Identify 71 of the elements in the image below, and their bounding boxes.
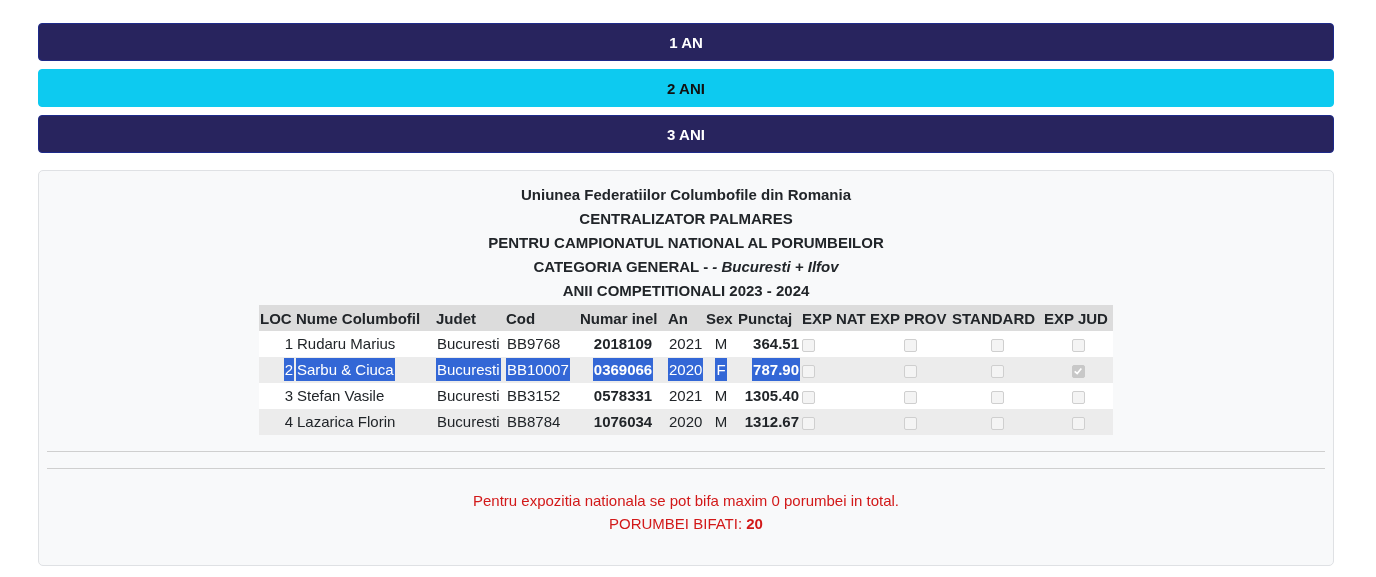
table-cell: F [715, 358, 727, 381]
column-header: Judet [436, 309, 476, 327]
table-cell-text: M [713, 412, 729, 432]
table-cell-text: 2021 [668, 334, 704, 354]
notice-text: Pentru expozitia nationala se pot bifa maxim 0 porumbei in total. [471, 491, 901, 511]
table-cell-text: BB8784 [506, 412, 562, 432]
table-cell-text: 2021 [668, 386, 704, 406]
column-header: Nume Columbofil [296, 309, 421, 327]
checkbox[interactable] [903, 364, 917, 378]
table-cell: 787.90 [752, 358, 800, 381]
year-tab[interactable]: 2 ANI [38, 69, 1334, 107]
table-cell: 2 [283, 358, 294, 381]
column-header: EXP PROV [870, 309, 947, 327]
table-cell-text: Bucuresti [436, 412, 501, 432]
checkbox[interactable] [1071, 390, 1085, 404]
column-header: An [668, 309, 688, 327]
report-title-line: CENTRALIZATOR PALMARES [578, 209, 794, 229]
table-cell: 0369066 [592, 358, 654, 381]
checkbox[interactable] [802, 338, 815, 352]
table-cell: BB10007 [506, 358, 570, 381]
checkbox[interactable] [1071, 416, 1085, 430]
column-header: EXP NAT [802, 309, 866, 327]
table-cell: 2020 [668, 358, 704, 381]
count-value: 20 [746, 515, 763, 532]
report-title-line: PENTRU CAMPIONATUL NATIONAL AL PORUMBEILOR [487, 233, 885, 253]
year-tab[interactable]: 3 ANI [38, 115, 1334, 153]
report-title-line: ANII COMPETITIONALI 2023 - 2024 [561, 281, 811, 301]
table-cell-text: 1312.67 [743, 412, 800, 432]
checkbox[interactable] [903, 416, 917, 430]
table-cell-text: 364.51 [752, 334, 800, 354]
column-header: Numar inel [580, 309, 658, 327]
year-tab[interactable]: 1 AN [38, 23, 1334, 61]
table-cell-text: Bucuresti [436, 386, 501, 406]
checkbox[interactable] [990, 364, 1004, 378]
checkbox[interactable] [903, 390, 917, 404]
table-cell-text: 4 [283, 412, 294, 432]
table-cell-text: Bucuresti [436, 334, 501, 354]
table-cell-text: Stefan Vasile [296, 386, 386, 406]
count-label: PORUMBEI BIFATI: [609, 515, 743, 532]
table-cell-text: BB9768 [506, 334, 562, 354]
checkbox[interactable] [1071, 364, 1085, 378]
checkbox[interactable] [990, 338, 1004, 352]
column-header: Sex [706, 309, 733, 327]
report-title-line: CATEGORIA GENERAL - - Bucuresti + Ilfov [532, 257, 840, 277]
table-cell-text: 2018109 [592, 334, 654, 354]
table-cell-text: BB3152 [506, 386, 562, 406]
checkbox[interactable] [802, 390, 815, 404]
table-cell-text: 0578331 [592, 386, 654, 406]
table-cell-text: Rudaru Marius [296, 334, 397, 354]
column-header: Punctaj [738, 309, 793, 327]
table-cell-text: 1076034 [592, 412, 654, 432]
table-cell-text: 2020 [668, 412, 704, 432]
table-cell: Bucuresti [436, 358, 501, 381]
checkbox[interactable] [802, 416, 815, 430]
column-header: EXP JUD [1044, 309, 1108, 327]
table-cell-text: 1 [283, 334, 294, 354]
checkbox[interactable] [990, 390, 1004, 404]
column-header: STANDARD [952, 309, 1036, 327]
table-cell-text: 1305.40 [743, 386, 800, 406]
column-header: LOC [260, 309, 292, 327]
table-cell-text: M [713, 334, 729, 354]
table-cell-text: 3 [283, 386, 294, 406]
checkbox[interactable] [1071, 338, 1085, 352]
checkbox[interactable] [802, 364, 815, 378]
table-cell-text: M [713, 386, 729, 406]
checkbox[interactable] [903, 338, 917, 352]
checkbox[interactable] [990, 416, 1004, 430]
report-title-line: Uniunea Federatiilor Columbofile din Romania [520, 185, 852, 205]
table-cell-text: Lazarica Florin [296, 412, 397, 432]
table-cell: Sarbu & Ciuca [296, 358, 395, 381]
column-header: Cod [506, 309, 536, 327]
